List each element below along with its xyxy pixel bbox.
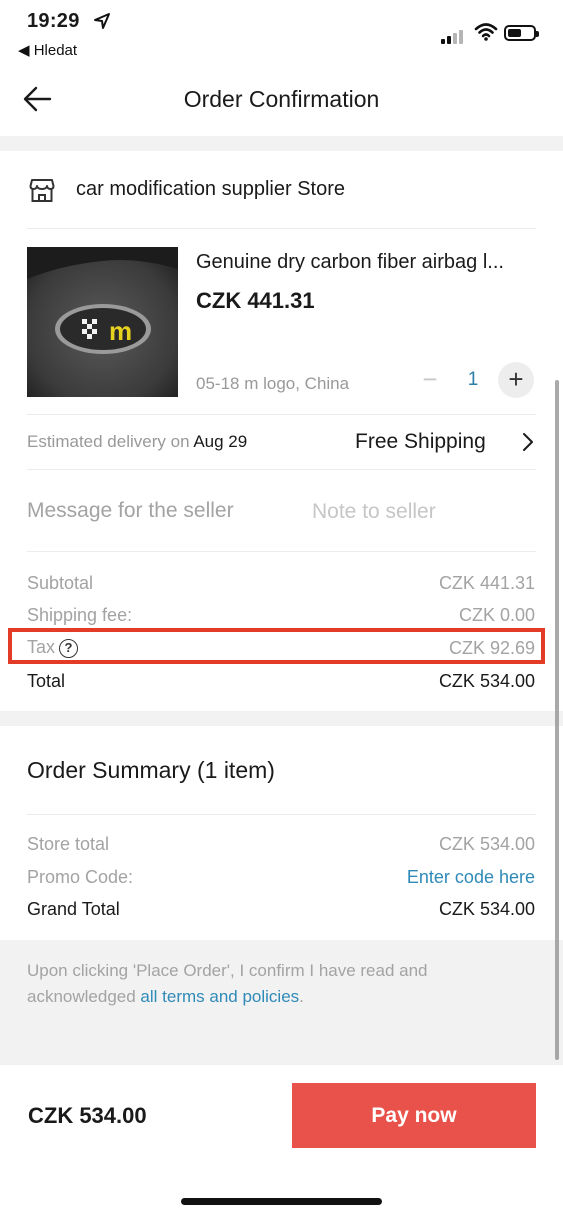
terms-notice: Upon clicking 'Place Order', I confirm I… bbox=[27, 958, 537, 1010]
divider bbox=[27, 414, 536, 415]
store-icon bbox=[29, 179, 55, 202]
subtotal-label: Subtotal bbox=[27, 573, 94, 593]
order-summary-title: Order Summary (1 item) bbox=[27, 757, 275, 783]
total-value: CZK 534.00 bbox=[438, 671, 535, 691]
signal-icon bbox=[441, 26, 465, 44]
wifi-icon bbox=[474, 23, 498, 41]
quantity-value: 1 bbox=[467, 369, 479, 390]
message-for-seller-label: Message for the seller bbox=[27, 499, 234, 522]
estimated-delivery-label: Estimated delivery on bbox=[27, 432, 190, 451]
pay-now-button[interactable]: Pay now bbox=[292, 1083, 536, 1148]
home-indicator[interactable] bbox=[181, 1198, 382, 1205]
scrollbar[interactable] bbox=[555, 380, 559, 1060]
product-title[interactable]: Genuine dry carbon fiber airbag l... bbox=[196, 251, 541, 274]
section-divider bbox=[0, 711, 563, 726]
location-arrow-icon bbox=[94, 13, 110, 29]
terms-end: . bbox=[299, 987, 304, 1006]
bottom-total: CZK 534.00 bbox=[28, 1103, 147, 1128]
product-photo: m bbox=[27, 247, 178, 397]
back-to-app-link[interactable]: ◀ Hledat bbox=[18, 41, 77, 59]
product-variant[interactable]: 05-18 m logo, China bbox=[196, 374, 349, 394]
store-total-label: Store total bbox=[27, 834, 110, 854]
svg-text:m: m bbox=[109, 316, 132, 346]
estimated-delivery-date: Aug 29 bbox=[193, 432, 248, 451]
store-total-value: CZK 534.00 bbox=[438, 834, 535, 854]
divider bbox=[27, 814, 536, 815]
quantity-increase-button[interactable]: + bbox=[498, 362, 534, 398]
divider bbox=[27, 551, 536, 552]
store-name[interactable]: car modification supplier Store bbox=[76, 178, 345, 201]
page-title: Order Confirmation bbox=[183, 86, 380, 112]
battery-icon bbox=[504, 25, 539, 41]
divider bbox=[27, 228, 536, 229]
grand-total-label: Grand Total bbox=[27, 899, 120, 919]
note-to-seller-input[interactable] bbox=[312, 495, 537, 529]
enter-promo-code-link[interactable]: Enter code here bbox=[407, 867, 535, 888]
tax-highlight-box bbox=[8, 628, 545, 664]
grand-total-value: CZK 534.00 bbox=[438, 899, 535, 919]
product-image[interactable]: m bbox=[27, 247, 178, 397]
header-divider bbox=[0, 136, 563, 151]
promo-code-label: Promo Code: bbox=[27, 867, 134, 887]
shipping-fee-value: CZK 0.00 bbox=[458, 605, 535, 625]
shipping-method[interactable]: Free Shipping bbox=[355, 430, 486, 454]
subtotal-value: CZK 441.31 bbox=[438, 573, 535, 593]
estimated-delivery: Estimated delivery on Aug 29 bbox=[27, 432, 247, 452]
terms-policies-link[interactable]: all terms and policies bbox=[140, 987, 299, 1006]
chevron-right-icon[interactable] bbox=[519, 431, 537, 453]
total-label: Total bbox=[27, 671, 66, 691]
divider bbox=[27, 469, 536, 470]
product-price: CZK 441.31 bbox=[196, 288, 315, 313]
quantity-decrease-button[interactable]: − bbox=[412, 362, 448, 398]
status-time: 19:29 bbox=[27, 10, 80, 32]
shipping-fee-label: Shipping fee: bbox=[27, 605, 133, 625]
